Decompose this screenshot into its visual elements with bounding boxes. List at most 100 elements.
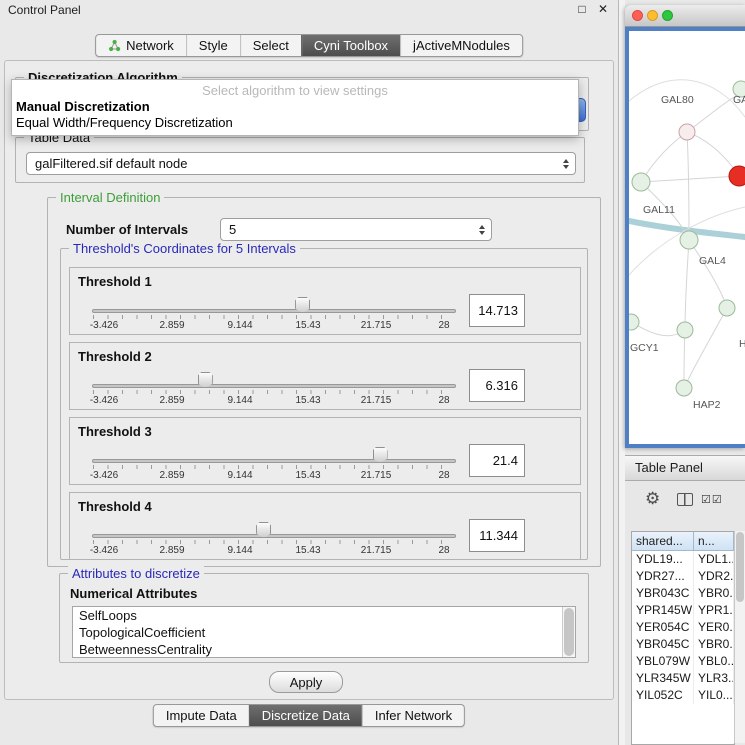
table-cell: YDL1... [694,551,734,568]
zoom-traffic-icon[interactable] [662,10,673,21]
tab-jactivemnodules[interactable]: jActiveMNodules [400,35,522,56]
tab-network[interactable]: Network [96,35,186,56]
table-data-combobox[interactable]: galFiltered.sif default node [26,152,576,175]
tab-infer-network[interactable]: Infer Network [362,705,464,726]
table-cell: YBL0... [694,653,734,670]
column-header[interactable]: n... [694,532,734,551]
threshold-value[interactable]: 6.316 [469,369,525,402]
table-panel-header: Table Panel [625,455,745,481]
scrollbar-thumb[interactable] [564,608,574,656]
column-header[interactable]: shared... [632,532,694,551]
tab-style[interactable]: Style [186,35,240,56]
network-node[interactable] [629,314,639,330]
network-edge[interactable] [641,176,739,182]
threshold-value[interactable]: 14.713 [469,294,525,327]
network-edge[interactable] [689,240,727,308]
float-icon[interactable]: □ [578,2,585,16]
network-node[interactable] [729,166,745,186]
combo-stepper-icon[interactable] [563,159,569,169]
tab-discretize-data[interactable]: Discretize Data [249,705,362,726]
table-row[interactable]: YLR345WYLR3... [632,670,734,687]
scrollbar-thumb[interactable] [736,532,744,602]
scale-label: 28 [438,545,449,556]
tab-impute-data[interactable]: Impute Data [154,705,249,726]
table-cell: YDR27... [632,568,694,585]
table-panel: ⚙ ☑☑ shared...n...YDL19...YDL1...YDR27..… [625,481,745,745]
scale-label: 2.859 [159,545,184,556]
threshold-value[interactable]: 21.4 [469,444,525,477]
apply-button[interactable]: Apply [269,671,343,693]
close-icon[interactable]: ✕ [598,2,608,16]
network-node[interactable] [719,300,735,316]
tab-label: Impute Data [166,705,237,726]
table-row[interactable]: YBR043CYBR0... [632,585,734,602]
slider-track [92,534,456,538]
threshold-value[interactable]: 11.344 [469,519,525,552]
table-row[interactable]: YER054CYER0... [632,619,734,636]
close-traffic-icon[interactable] [632,10,643,21]
select-columns-icon[interactable]: ☑☑ [701,493,723,506]
table-cell: YLR345W [632,670,694,687]
table-header-row: shared...n... [632,532,734,551]
scale-label: 9.144 [227,470,252,481]
tab-select[interactable]: Select [240,35,301,56]
network-focus-frame: GAL80GAGAL11GAL4GCY1HHAP2 [625,27,745,448]
table-row[interactable]: YDR27...YDR2... [632,568,734,585]
table-row[interactable]: YBR045CYBR0... [632,636,734,653]
threshold-slider[interactable]: -3.4262.8599.14415.4321.71528 [92,521,456,559]
slider-track [92,309,456,313]
list-scrollbar[interactable] [562,607,575,657]
node-label: GAL80 [661,94,694,106]
network-canvas[interactable]: GAL80GAGAL11GAL4GCY1HHAP2 [629,31,745,444]
network-node[interactable] [679,124,695,140]
dropdown-item[interactable]: Equal Width/Frequency Discretization [12,115,578,131]
network-node[interactable] [677,322,693,338]
slider-scale: -3.4262.8599.14415.4321.71528 [104,395,444,407]
network-edge[interactable] [685,240,689,330]
network-edge[interactable] [684,308,727,388]
threshold-slider[interactable]: -3.4262.8599.14415.4321.71528 [92,296,456,334]
screen: Control Panel □ ✕ NetworkStyleSelectCyni… [0,0,745,745]
slider-scale: -3.4262.8599.14415.4321.71528 [104,320,444,332]
threshold-slider[interactable]: -3.4262.8599.14415.4321.71528 [92,371,456,409]
attributes-list[interactable]: SelfLoopsTopologicalCoefficientBetweenne… [72,606,576,658]
scale-label: 21.715 [361,470,392,481]
scale-label: 21.715 [361,320,392,331]
group-title: Threshold's Coordinates for 5 Intervals [69,241,300,256]
tab-label: jActiveMNodules [413,35,510,56]
attribute-item[interactable]: TopologicalCoefficient [73,624,575,641]
network-window-titlebar[interactable] [625,5,745,27]
table-cell: YIL0... [694,687,734,704]
threshold-slider[interactable]: -3.4262.8599.14415.4321.71528 [92,446,456,484]
tab-cyni-toolbox[interactable]: Cyni Toolbox [301,35,400,56]
table-cell: YBR0... [694,636,734,653]
table-row[interactable]: YIL052CYIL0... [632,687,734,704]
table-row[interactable]: YPR145WYPR1... [632,602,734,619]
minimize-traffic-icon[interactable] [647,10,658,21]
scale-label: 28 [438,470,449,481]
network-node[interactable] [632,173,650,191]
gear-icon[interactable]: ⚙ [645,489,660,509]
network-window: GAL80GAGAL11GAL4GCY1HHAP2 [625,5,745,448]
table-toolbar: ⚙ ☑☑ [625,487,745,515]
network-node[interactable] [676,380,692,396]
table-cell: YIL052C [632,687,694,704]
table-cell: YPR1... [694,602,734,619]
network-edge[interactable] [641,132,687,182]
node-label: H [739,338,745,350]
columns-icon[interactable] [677,493,693,506]
attribute-item[interactable]: BetweennessCentrality [73,641,575,658]
attribute-item[interactable]: SelfLoops [73,607,575,624]
combo-stepper-icon[interactable] [479,225,485,235]
dropdown-item[interactable]: Manual Discretization [12,99,578,115]
table-row[interactable]: YDL19...YDL1... [632,551,734,568]
network-edge[interactable] [687,132,689,240]
num-intervals-combobox[interactable]: 5 [220,218,492,241]
network-node[interactable] [680,231,698,249]
table-scrollbar[interactable] [734,531,745,743]
scale-label: -3.426 [90,470,118,481]
network-edge[interactable] [684,330,685,388]
attributes-group: Attributes to discretize Numerical Attri… [59,573,589,663]
table-row[interactable]: YBL079WYBL0... [632,653,734,670]
node-label: GCY1 [630,342,659,354]
